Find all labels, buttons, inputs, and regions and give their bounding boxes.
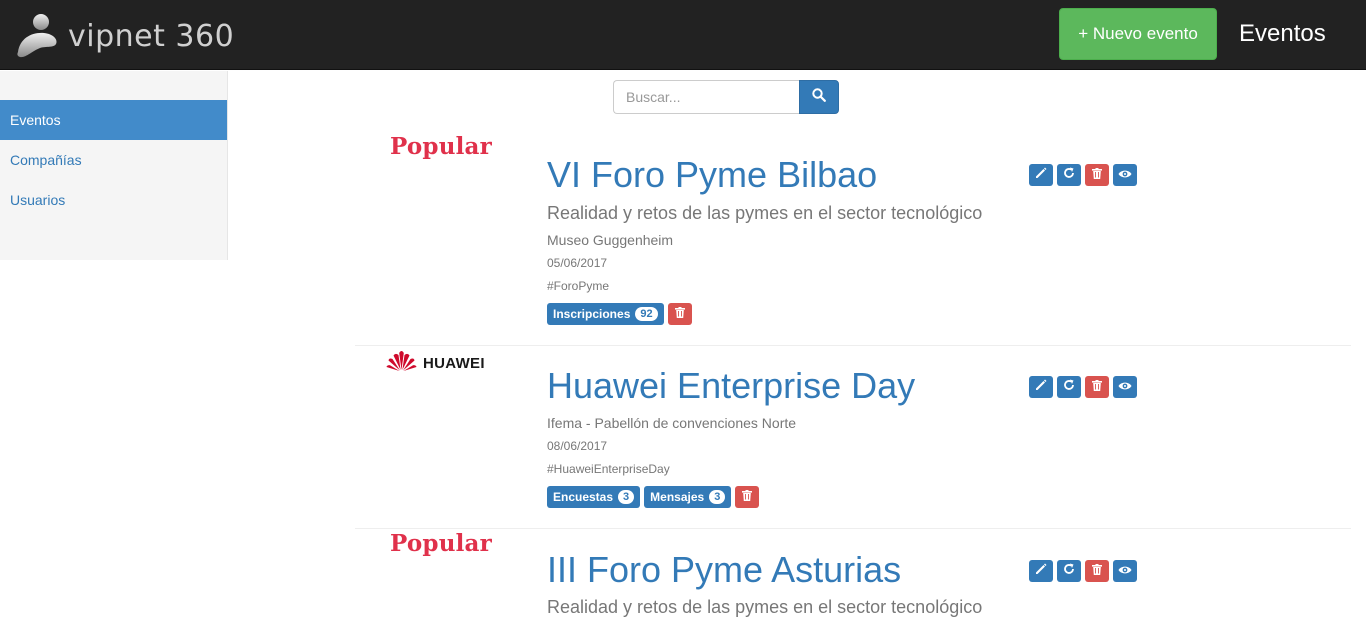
top-navbar: vipnet 360 + Nuevo evento Eventos xyxy=(0,0,1366,70)
event-title[interactable]: VI Foro Pyme Bilbao xyxy=(547,154,877,196)
badge-label: Encuestas xyxy=(553,490,614,504)
delete-button[interactable] xyxy=(1085,164,1109,186)
event-date: 08/06/2017 xyxy=(547,439,608,453)
event-actions xyxy=(1029,560,1137,582)
event-subtitle: Realidad y retos de las pymes en el sect… xyxy=(547,203,983,223)
trash-icon xyxy=(1092,562,1102,580)
refresh-button[interactable] xyxy=(1057,164,1081,186)
refresh-icon xyxy=(1063,562,1075,580)
event-location: Museo Guggenheim xyxy=(547,232,674,248)
badge-label: Inscripciones xyxy=(553,307,631,321)
delete-badges-button[interactable] xyxy=(667,303,692,325)
trash-icon xyxy=(674,305,685,323)
refresh-icon xyxy=(1063,378,1075,396)
badge-label: Mensajes xyxy=(650,490,705,504)
edit-button[interactable] xyxy=(1029,560,1053,582)
eye-icon xyxy=(1118,562,1132,580)
sidebar-item-usuarios[interactable]: Usuarios xyxy=(0,180,227,220)
event-hashtag: #HuaweiEnterpriseDay xyxy=(547,462,670,476)
badge-count: 92 xyxy=(635,307,658,321)
pencil-icon xyxy=(1035,166,1047,184)
event-item: Popular VI Foro Pyme Bilbao Realidad y r… xyxy=(355,124,1351,346)
badge-count: 3 xyxy=(618,490,635,504)
pencil-icon xyxy=(1035,562,1047,580)
event-actions xyxy=(1029,376,1137,398)
eye-icon xyxy=(1118,166,1132,184)
registrations-badge[interactable]: Inscripciones 92 xyxy=(547,303,664,325)
messages-badge[interactable]: Mensajes 3 xyxy=(644,486,732,508)
event-actions xyxy=(1029,164,1137,186)
edit-button[interactable] xyxy=(1029,164,1053,186)
event-date: 05/06/2017 xyxy=(547,256,608,270)
event-location: Ifema - Pabellón de convenciones Norte xyxy=(547,415,797,431)
trash-icon xyxy=(742,488,753,506)
trash-icon xyxy=(1092,378,1102,396)
search-icon xyxy=(812,87,826,107)
huawei-flower-icon xyxy=(386,349,417,377)
event-logo-popular: Popular xyxy=(390,133,492,160)
page-title: Eventos xyxy=(1239,20,1326,47)
view-button[interactable] xyxy=(1113,164,1137,186)
event-badges: Encuestas 3 Mensajes 3 xyxy=(547,486,760,508)
search-button[interactable] xyxy=(799,80,839,114)
refresh-button[interactable] xyxy=(1057,376,1081,398)
refresh-icon xyxy=(1063,166,1075,184)
event-subtitle: Realidad y retos de las pymes en el sect… xyxy=(547,597,983,617)
refresh-button[interactable] xyxy=(1057,560,1081,582)
event-hashtag: #ForoPyme xyxy=(547,279,610,293)
sidebar: Eventos Compañías Usuarios xyxy=(0,71,228,260)
event-title[interactable]: III Foro Pyme Asturias xyxy=(547,549,901,591)
badge-count: 3 xyxy=(709,490,726,504)
event-logo-huawei: HUAWEI xyxy=(386,349,485,377)
search-bar xyxy=(613,80,839,114)
sidebar-item-eventos[interactable]: Eventos xyxy=(0,100,227,140)
pencil-icon xyxy=(1035,378,1047,396)
brand-logo[interactable]: vipnet 360 xyxy=(14,12,234,60)
huawei-logo-text: HUAWEI xyxy=(423,354,485,372)
surveys-badge[interactable]: Encuestas 3 xyxy=(547,486,641,508)
vipnet-logo-icon xyxy=(14,12,62,60)
logo-text: vipnet 360 xyxy=(68,18,235,54)
search-input[interactable] xyxy=(613,80,799,114)
delete-button[interactable] xyxy=(1085,560,1109,582)
view-button[interactable] xyxy=(1113,376,1137,398)
event-title[interactable]: Huawei Enterprise Day xyxy=(547,365,915,407)
event-badges: Inscripciones 92 xyxy=(547,303,692,325)
event-logo-popular: Popular xyxy=(390,530,492,557)
sidebar-item-companias[interactable]: Compañías xyxy=(0,140,227,180)
view-button[interactable] xyxy=(1113,560,1137,582)
event-item: Popular III Foro Pyme Asturias Realidad … xyxy=(355,528,1351,617)
eye-icon xyxy=(1118,378,1132,396)
delete-badges-button[interactable] xyxy=(735,486,760,508)
edit-button[interactable] xyxy=(1029,376,1053,398)
event-item: HUAWEI Huawei Enterprise Day Ifema - Pab… xyxy=(355,345,1351,529)
new-event-button[interactable]: + Nuevo evento xyxy=(1059,8,1217,60)
trash-icon xyxy=(1092,166,1102,184)
delete-button[interactable] xyxy=(1085,376,1109,398)
